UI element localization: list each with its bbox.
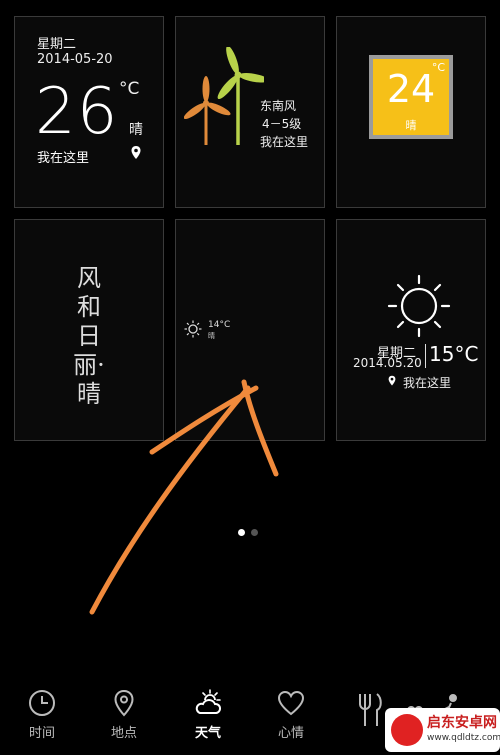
location-pin-icon bbox=[114, 689, 134, 717]
clock-icon bbox=[29, 690, 55, 716]
temperature-box: °C 24 晴 bbox=[369, 55, 453, 139]
phrase-line: 日 bbox=[77, 322, 101, 350]
widget-temperature: 26 bbox=[35, 75, 119, 149]
watermark: 启东安卓网 www.qdldtz.com bbox=[385, 708, 500, 752]
weather-widget-wind[interactable]: 东南风 4－5级 我在这里 bbox=[175, 16, 325, 208]
watermark-name: 启东安卓网 bbox=[427, 715, 497, 731]
nav-label: 心情 bbox=[277, 726, 304, 741]
nav-label: 时间 bbox=[28, 726, 55, 741]
phrase-line: 丽· bbox=[73, 351, 105, 379]
nav-label: 地点 bbox=[110, 726, 137, 741]
weather-widget-box[interactable]: °C 24 晴 bbox=[336, 16, 486, 208]
page-dot[interactable] bbox=[251, 529, 258, 536]
widget-date: 2014-05-20 bbox=[37, 52, 113, 67]
sun-widget-date: 2014.05.20 bbox=[353, 356, 422, 370]
nav-item-weather[interactable]: 天气 bbox=[178, 680, 238, 741]
wind-direction: 东南风 bbox=[260, 99, 297, 113]
phrase-line: 晴 bbox=[77, 380, 101, 408]
box-condition: 晴 bbox=[405, 119, 417, 132]
windmill-icon bbox=[184, 47, 264, 145]
divider bbox=[425, 344, 426, 368]
weather-widget-clock[interactable]: 星期二 2014-05-20 26 °C 晴 我在这里 bbox=[14, 16, 164, 208]
sun-widget-temperature: 15°C bbox=[429, 342, 479, 366]
page-indicator[interactable] bbox=[238, 521, 264, 540]
weather-cloud-icon bbox=[195, 689, 222, 714]
page-dot-active[interactable] bbox=[238, 529, 245, 536]
heart-icon bbox=[277, 690, 305, 716]
weather-widget-phrase[interactable]: 风 和 日 丽· 晴 bbox=[14, 219, 164, 441]
nav-label: 天气 bbox=[194, 726, 221, 741]
fork-knife-icon bbox=[359, 693, 382, 726]
watermark-logo-icon bbox=[391, 714, 423, 746]
mini-condition: 晴 bbox=[208, 332, 215, 340]
nav-item-mood[interactable]: 心情 bbox=[261, 680, 321, 741]
weather-widget-mini[interactable]: 14°C 晴 bbox=[175, 219, 325, 441]
widget-location: 我在这里 bbox=[37, 151, 90, 166]
box-temperature: 24 bbox=[386, 67, 436, 111]
wind-location: 我在这里 bbox=[260, 135, 309, 149]
nav-item-time[interactable]: 时间 bbox=[12, 680, 72, 741]
widget-temp-unit: °C bbox=[119, 79, 140, 99]
weather-phrase: 风 和 日 丽· 晴 bbox=[15, 264, 163, 409]
mini-temperature: 14°C bbox=[208, 320, 231, 330]
watermark-url: www.qdldtz.com bbox=[427, 733, 500, 743]
phrase-line: 风 bbox=[77, 264, 101, 292]
phrase-line: 和 bbox=[77, 293, 101, 321]
sun-icon bbox=[184, 320, 202, 338]
widget-day: 星期二 bbox=[37, 37, 77, 52]
widget-condition: 晴 bbox=[129, 122, 143, 138]
sun-widget-location: 我在这里 bbox=[403, 376, 452, 390]
weather-widget-sun[interactable]: 星期二 2014.05.20 15°C 我在这里 bbox=[336, 219, 486, 441]
sun-icon bbox=[387, 274, 451, 338]
wind-level: 4－5级 bbox=[262, 117, 302, 131]
nav-item-place[interactable]: 地点 bbox=[94, 680, 154, 741]
location-pin-icon bbox=[388, 375, 396, 386]
location-pin-icon bbox=[131, 146, 141, 159]
